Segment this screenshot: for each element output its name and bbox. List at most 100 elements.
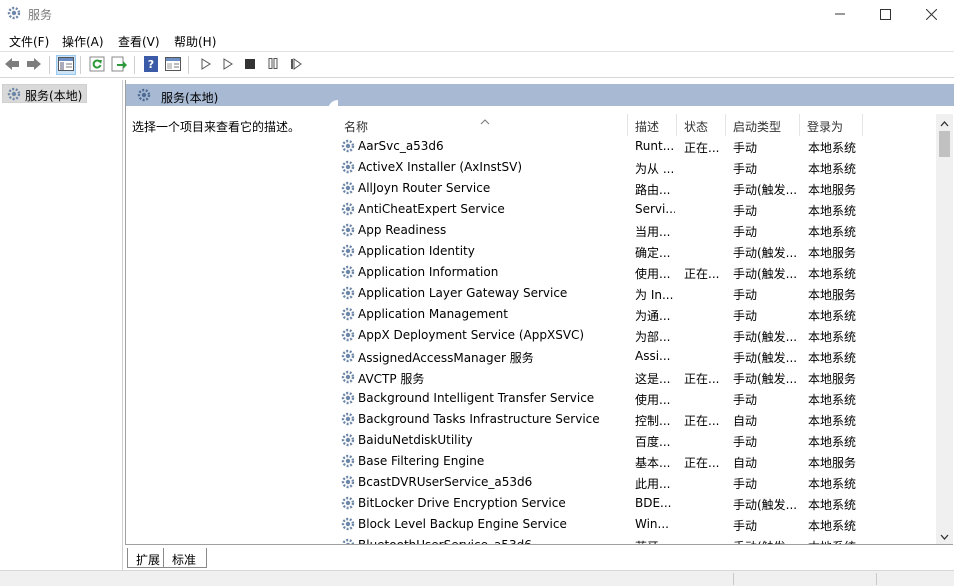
service-status: 正在... [684, 141, 720, 155]
menu-file[interactable]: 文件(F) [9, 33, 49, 50]
service-description: 使用... [635, 267, 671, 281]
service-startup-type: 手动 [733, 435, 758, 449]
service-log-on-as: 本地系统 [808, 162, 857, 176]
services-list[interactable]: 名称 描述 状态 启动类型 登录为 AarSvc_a53d6 Runt... 正在.… [328, 106, 954, 544]
service-row[interactable]: ActiveX Installer (AxInstSV) 为从 ... 手动 本地系统 [328, 157, 938, 178]
service-name: Application Layer Gateway Service [358, 286, 568, 300]
service-row[interactable]: AVCTP 服务 这是... 正在... 手动(触发... 本地服务 [328, 367, 938, 388]
column-header-name[interactable]: 名称 [338, 114, 628, 136]
resume-service-button[interactable] [286, 55, 306, 75]
service-row[interactable]: AllJoyn Router Service 路由... 手动(触发... 本地服务 [328, 178, 938, 199]
export-list-button[interactable] [109, 55, 129, 75]
service-name: Application Information [358, 265, 499, 279]
service-status: 正在... [684, 372, 720, 386]
service-name: BitLocker Drive Encryption Service [358, 496, 566, 510]
back-button[interactable] [2, 55, 22, 75]
service-row[interactable]: BaiduNetdiskUtility 百度... 手动 本地系统 [328, 430, 938, 451]
back-icon [4, 57, 20, 74]
service-row[interactable]: Application Information 使用... 正在... 手动(触发..… [328, 262, 938, 283]
service-log-on-as: 本地系统 [808, 519, 857, 533]
vertical-scrollbar[interactable] [936, 114, 953, 544]
stop-service-icon [245, 58, 255, 72]
help-button[interactable]: ? [141, 55, 161, 75]
start-service-alt-button[interactable] [218, 55, 238, 75]
chevron-up-icon [940, 116, 949, 130]
refresh-button[interactable] [87, 55, 107, 75]
service-row[interactable]: AppX Deployment Service (AppXSVC) 为部... 手动… [328, 325, 938, 346]
maximize-button[interactable] [862, 0, 908, 28]
service-description: 确定... [635, 246, 671, 260]
start-service-button[interactable] [196, 55, 216, 75]
scroll-down-button[interactable] [936, 527, 953, 544]
service-startup-type: 手动(触发... [733, 183, 798, 197]
service-row[interactable]: BluetoothUserService_a53d6蓝牙...手动(触发...本… [328, 535, 938, 544]
show-console-tree-icon [58, 56, 74, 74]
content-pane: 服务(本地) 选择一个项目来查看它的描述。 名称 描述 状态 启动类型 登录为 … [125, 80, 954, 570]
service-row[interactable]: AntiCheatExpert Service Servi... 手动 本地系统 [328, 199, 938, 220]
service-row[interactable]: Application Identity 确定... 手动(触发... 本地服务 [328, 241, 938, 262]
description-pane: 选择一个项目来查看它的描述。 [126, 106, 328, 544]
gear-icon [340, 369, 356, 388]
service-row[interactable]: Base Filtering Engine 基本... 正在... 自动 本地服务 [328, 451, 938, 472]
column-header-description[interactable]: 描述 [629, 114, 677, 136]
service-row[interactable]: Block Level Backup Engine Service Win... 手… [328, 514, 938, 535]
toolbar-separator [49, 56, 50, 74]
column-header-status[interactable]: 状态 [678, 114, 726, 136]
menu-help[interactable]: 帮助(H) [174, 33, 216, 50]
service-name: App Readiness [358, 223, 447, 237]
tree-node-services-local[interactable]: 服务(本地) [2, 84, 88, 103]
service-log-on-as: 本地系统 [808, 414, 857, 428]
start-service-alt-icon [223, 57, 233, 73]
menu-view[interactable]: 查看(V) [118, 33, 160, 50]
service-startup-type: 手动 [733, 162, 758, 176]
forward-button[interactable] [24, 55, 44, 75]
service-log-on-as: 本地系统 [808, 351, 857, 365]
service-row[interactable]: Application Management 为通... 手动 本地系统 [328, 304, 938, 325]
service-name: BcastDVRUserService_a53d6 [358, 475, 533, 489]
service-name: AarSvc_a53d6 [358, 139, 444, 153]
forward-icon [26, 57, 42, 74]
column-header-log-on-as[interactable]: 登录为 [801, 114, 863, 136]
service-startup-type: 手动(触发... [733, 330, 798, 344]
service-log-on-as: 本地服务 [808, 246, 857, 260]
column-header-startup-type[interactable]: 启动类型 [727, 114, 800, 136]
service-startup-type: 自动 [733, 414, 758, 428]
service-row[interactable]: Application Layer Gateway Service 为 In...… [328, 283, 938, 304]
service-row[interactable]: Background Tasks Infrastructure Service 控… [328, 409, 938, 430]
service-name: Base Filtering Engine [358, 454, 485, 468]
service-row[interactable]: BitLocker Drive Encryption Service BDE...… [328, 493, 938, 514]
minimize-button[interactable] [817, 0, 863, 28]
show-console-tree-button[interactable] [56, 55, 76, 75]
service-startup-type: 手动 [733, 141, 758, 155]
service-row[interactable]: Background Intelligent Transfer Service 使… [328, 388, 938, 409]
service-startup-type: 手动(触发... [733, 267, 798, 281]
gear-icon [340, 516, 356, 535]
list-header: 名称 描述 状态 启动类型 登录为 [328, 114, 938, 136]
tab-standard[interactable]: 标准 [163, 548, 208, 568]
gear-icon [340, 327, 356, 346]
service-row[interactable]: App Readiness 当用... 手动 本地系统 [328, 220, 938, 241]
service-name: AppX Deployment Service (AppXSVC) [358, 328, 585, 342]
service-description: Win... [635, 517, 669, 531]
stop-service-button[interactable] [240, 55, 260, 75]
close-button[interactable] [908, 0, 954, 28]
menu-action[interactable]: 操作(A) [62, 33, 104, 50]
service-startup-type: 手动 [733, 477, 758, 491]
service-startup-type: 手动 [733, 204, 758, 218]
service-description: 控制... [635, 414, 671, 428]
service-row[interactable]: AssignedAccessManager 服务 Assi... 手动(触发... 本… [328, 346, 938, 367]
service-description: Runt... [635, 139, 675, 153]
scroll-thumb[interactable] [939, 131, 950, 157]
minimize-icon [835, 9, 845, 19]
pause-service-button[interactable] [263, 55, 283, 75]
scroll-up-button[interactable] [936, 114, 953, 131]
service-startup-type: 手动 [733, 393, 758, 407]
service-startup-type: 手动 [733, 288, 758, 302]
service-row[interactable]: BcastDVRUserService_a53d6 此用... 手动 本地系统 [328, 472, 938, 493]
gear-icon [6, 5, 22, 21]
service-name: Background Intelligent Transfer Service [358, 391, 595, 405]
status-separator [876, 573, 877, 585]
toolbar-separator [134, 56, 135, 74]
properties-button[interactable] [163, 55, 183, 75]
service-row[interactable]: AarSvc_a53d6 Runt... 正在... 手动 本地系统 [328, 136, 938, 157]
